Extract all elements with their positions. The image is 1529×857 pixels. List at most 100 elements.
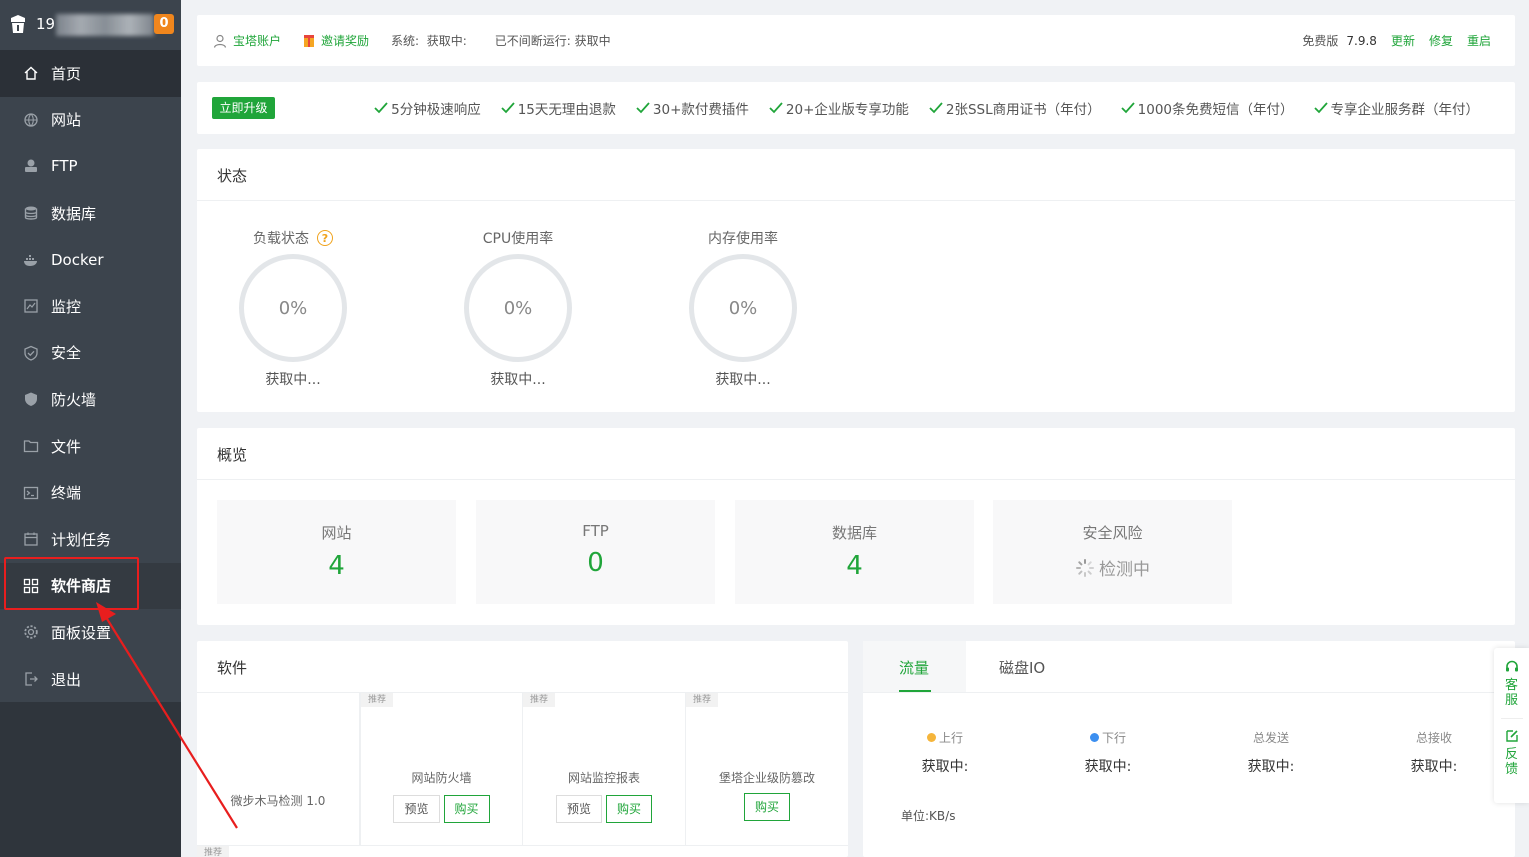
check-icon — [374, 102, 388, 114]
sidebar-item-terminal[interactable]: 终端 — [0, 469, 181, 516]
monitor-icon — [22, 297, 40, 315]
update-link[interactable]: 更新 — [1391, 32, 1415, 49]
gauge-label: CPU使用率 — [482, 231, 554, 247]
tab-disk-io[interactable]: 磁盘IO — [999, 657, 1045, 678]
user-phone[interactable]: 19 — [36, 15, 55, 33]
software-title: 软件 — [217, 659, 248, 677]
overview-security-risk[interactable]: 安全风险 检测中 — [993, 500, 1232, 604]
sidebar-item-label: 文件 — [51, 437, 82, 456]
download-dot-icon — [1089, 733, 1099, 742]
recommend-tag: 推荐 — [686, 693, 718, 707]
sidebar-item-label: 安全 — [51, 344, 82, 363]
check-icon — [501, 102, 515, 114]
feature-item: 1000条免费短信（年付） — [1121, 98, 1294, 118]
overview-websites[interactable]: 网站 4 — [217, 500, 456, 604]
invite-link[interactable]: 邀请奖励 — [303, 32, 369, 49]
buy-button[interactable]: 购买 — [443, 795, 490, 823]
sidebar-item-monitor[interactable]: 监控 — [0, 283, 181, 330]
customer-service-button[interactable]: 客 服 — [1494, 648, 1529, 708]
software-item[interactable]: 微步木马检测 1.0 — [197, 693, 360, 845]
software-item[interactable]: 推荐 网站防火墙 预览 购买 — [360, 693, 523, 845]
sidebar-item-security[interactable]: 安全 — [0, 330, 181, 377]
ftp-icon — [22, 157, 40, 175]
sidebar-item-label: Docker — [51, 250, 104, 269]
load-gauge[interactable]: 负载状态? 0% 获取中... — [218, 228, 368, 389]
sidebar-item-settings[interactable]: 面板设置 — [0, 609, 181, 656]
repair-link[interactable]: 修复 — [1429, 32, 1453, 49]
memory-gauge[interactable]: 内存使用率 0% 获取中... — [668, 228, 818, 389]
sidebar-header: 19 0 — [0, 0, 181, 50]
gauge-label: 内存使用率 — [708, 231, 778, 247]
overview-label: 安全风险 — [1082, 524, 1143, 542]
feature-item: 15天无理由退款 — [501, 98, 616, 118]
overview-ftp[interactable]: FTP 0 — [476, 500, 715, 604]
sidebar: 19 0 首页 网站 FTP 数据库 Docker 监控 安全 防火墙 文件 终… — [0, 0, 181, 857]
tab-traffic[interactable]: 流量 — [863, 641, 966, 693]
logout-icon — [22, 670, 40, 688]
buy-button[interactable]: 购买 — [606, 795, 653, 823]
folder-icon — [22, 437, 40, 455]
globe-icon — [22, 111, 40, 129]
overview-label: 网站 — [321, 524, 352, 542]
feedback-button[interactable]: 反 馈 — [1494, 729, 1529, 777]
cpu-gauge[interactable]: CPU使用率 0% 获取中... — [443, 228, 593, 389]
database-icon — [22, 204, 40, 222]
software-item[interactable]: 推荐 网站监控报表 预览 购买 — [523, 693, 686, 845]
sidebar-item-label: 监控 — [51, 297, 82, 316]
feature-item: 5分钟极速响应 — [374, 98, 481, 118]
bt-logo-icon — [11, 15, 25, 33]
sidebar-item-docker[interactable]: Docker — [0, 236, 181, 283]
help-icon[interactable]: ? — [317, 230, 333, 246]
buy-button[interactable]: 购买 — [743, 793, 790, 821]
gauge-ring: 0% — [239, 254, 347, 362]
upload-stat: 上行 获取中: — [921, 731, 969, 775]
software-name: 网站监控报表 — [567, 771, 640, 785]
preview-button[interactable]: 预览 — [393, 795, 440, 823]
sidebar-empty-area — [0, 702, 181, 857]
top-info-bar: 宝塔账户 邀请奖励 系统: 获取中: 已不间断运行: 获取中 免费版 7.9.8… — [197, 15, 1515, 66]
overview-count[interactable]: 0 — [476, 548, 715, 578]
sidebar-item-firewall[interactable]: 防火墙 — [0, 376, 181, 423]
recommend-tag: 推荐 — [523, 693, 555, 707]
version-label: 7.9.8 — [1346, 33, 1377, 48]
status-panel: 状态 负载状态? 0% 获取中... CPU使用率 0% 获取中... 内存使用… — [197, 149, 1515, 412]
check-icon — [1121, 102, 1135, 114]
firewall-icon — [22, 390, 40, 408]
total-received-stat: 总接收 获取中: — [1410, 731, 1458, 775]
terminal-icon — [22, 484, 40, 502]
loading-spinner-icon — [1076, 558, 1094, 577]
preview-button[interactable]: 预览 — [555, 795, 602, 823]
sidebar-item-database[interactable]: 数据库 — [0, 190, 181, 237]
uptime-info: 已不间断运行: 获取中 — [494, 34, 611, 48]
upgrade-bar: 立即升级 5分钟极速响应 15天无理由退款 30+款付费插件 20+企业版专享功… — [197, 82, 1515, 134]
check-icon — [769, 102, 783, 114]
sidebar-item-home[interactable]: 首页 — [0, 50, 181, 97]
gear-icon — [22, 623, 40, 641]
sidebar-item-ftp[interactable]: FTP — [0, 143, 181, 190]
sidebar-item-website[interactable]: 网站 — [0, 97, 181, 144]
sidebar-item-logout[interactable]: 退出 — [0, 656, 181, 703]
sidebar-item-cron[interactable]: 计划任务 — [0, 516, 181, 563]
feature-item: 20+企业版专享功能 — [769, 98, 909, 118]
user-icon — [213, 34, 227, 48]
docker-icon — [22, 251, 40, 269]
overview-count[interactable]: 4 — [735, 551, 974, 581]
notification-badge[interactable]: 0 — [154, 14, 174, 34]
gauge-ring: 0% — [464, 254, 572, 362]
gauge-ring: 0% — [689, 254, 797, 362]
annotation-highlight-box — [4, 557, 139, 610]
feature-item: 专享企业服务群（年付） — [1313, 98, 1479, 118]
software-item[interactable]: 推荐 堡塔企业级防篡改 购买 — [686, 693, 848, 845]
account-link[interactable]: 宝塔账户 — [213, 32, 281, 49]
overview-count[interactable]: 4 — [217, 551, 456, 581]
overview-panel: 概览 网站 4 FTP 0 数据库 4 安全风险 检测中 — [197, 428, 1515, 625]
sidebar-item-label: 首页 — [51, 64, 82, 83]
overview-databases[interactable]: 数据库 4 — [735, 500, 974, 604]
software-name: 网站防火墙 — [411, 771, 472, 785]
unit-label: 单位:KB/s — [901, 809, 956, 823]
upgrade-button[interactable]: 立即升级 — [212, 97, 275, 119]
edit-icon — [1505, 730, 1518, 742]
sidebar-item-label: 终端 — [51, 484, 82, 503]
restart-link[interactable]: 重启 — [1467, 32, 1491, 49]
sidebar-item-files[interactable]: 文件 — [0, 423, 181, 470]
